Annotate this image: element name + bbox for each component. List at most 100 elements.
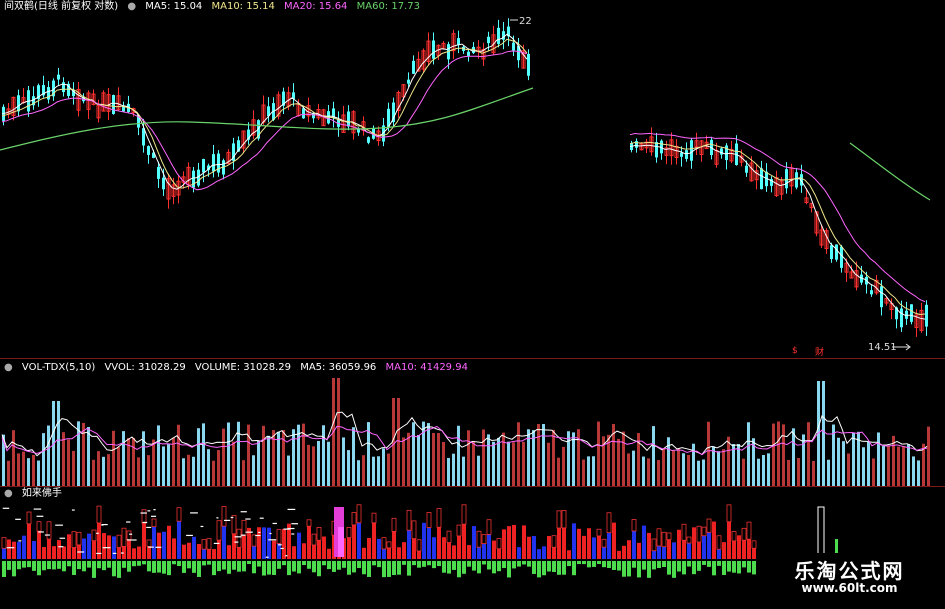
volume-bar (727, 436, 730, 486)
indicator-bar-up (457, 535, 461, 559)
candle-down (655, 142, 658, 158)
volume-bar (507, 441, 510, 486)
indicator-bar-up (42, 547, 46, 559)
volume-bar (627, 453, 630, 486)
indicator-bar-up (212, 549, 216, 559)
volume-bar (322, 425, 325, 486)
indicator-bar-hollow (681, 523, 687, 541)
watermark-brand: 乐淘公式网 (794, 559, 905, 583)
candlestick-chart[interactable] (0, 0, 945, 358)
indicator-bar-down (517, 561, 521, 567)
indicator-text-glyph (186, 534, 193, 537)
indicator-bar-up (377, 538, 381, 559)
indicator-bar-up (412, 538, 416, 559)
indicator-bar-down (612, 561, 616, 570)
candle-down (760, 168, 763, 190)
indicator-bar-hollow (276, 529, 282, 544)
indicator-text-glyph (148, 546, 154, 548)
indicator-bar-up (282, 528, 286, 559)
indicator-bar-down (492, 561, 496, 574)
volume-bar (207, 449, 210, 486)
indicator-bar-up (447, 542, 451, 559)
volume-bar (827, 459, 830, 486)
indicator-bar-up (427, 527, 431, 559)
indicator-bar-down (212, 561, 216, 576)
indicator-text-glyph (240, 534, 246, 536)
indicator-bar-up (127, 539, 131, 559)
indicator-bar-hollow (46, 521, 52, 540)
volume-bar (447, 457, 450, 486)
indicator-bar-up (237, 547, 241, 559)
indicator-bar-up (607, 532, 611, 559)
volume-bar (812, 460, 815, 486)
volume-bar (292, 429, 295, 486)
indicator-bar-down (92, 561, 96, 578)
indicator-bar-hollow (551, 535, 557, 548)
candle-down (835, 244, 838, 260)
indicator-bar-down (47, 561, 51, 570)
indicator-text-glyph (33, 508, 42, 510)
volume-bar (47, 425, 50, 486)
volume-bar (542, 424, 545, 486)
indicator-bar-up (7, 539, 11, 559)
indicator-bar-up (167, 525, 171, 559)
volume-panel[interactable]: ● VOL-TDX(5,10) VVOL: 31028.29 VOLUME: 3… (0, 359, 945, 486)
indicator-text-glyph (77, 551, 85, 553)
volume-bar (902, 446, 905, 486)
indicator-bar-down (67, 561, 71, 567)
indicator-bar-up (142, 523, 146, 559)
indicator-bar-up (37, 531, 41, 559)
indicator-bar-down (747, 561, 751, 573)
finance-badge[interactable]: 财 (815, 345, 824, 358)
indicator-bar-hollow (251, 534, 257, 547)
indicator-bar-up (482, 543, 486, 559)
indicator-bar-up (367, 538, 371, 559)
volume-bar (132, 438, 135, 486)
volume-bar (357, 460, 360, 486)
volume-bar (747, 422, 750, 486)
volume-bar (102, 456, 105, 486)
volume-bar (872, 458, 875, 486)
indicator-bar-down (452, 561, 456, 570)
candle-down (192, 170, 195, 188)
watermark-url: www.60lt.com (801, 581, 898, 595)
indicator-bar-hollow (596, 528, 602, 537)
volume-bar (597, 421, 600, 486)
indicator-bar-hollow (661, 531, 667, 548)
indicator-bar-up (622, 545, 626, 559)
volume-bar (837, 437, 840, 486)
indicator-bar-down (127, 561, 131, 572)
volume-bar (442, 442, 445, 486)
indicator-bar-hollow (601, 538, 607, 548)
volume-bar (777, 421, 780, 486)
indicator-bar-down (607, 561, 611, 569)
indicator-bar-down (522, 561, 526, 565)
indicator-bar-hollow (461, 504, 467, 525)
volume-bar (112, 430, 115, 486)
volume-bar (407, 432, 410, 486)
indicator-bar-hollow (241, 519, 247, 536)
indicator-bar-down (712, 561, 716, 576)
volume-bar (402, 437, 405, 486)
volume-bar (652, 426, 655, 486)
volume-bar (162, 446, 165, 486)
indicator-bar-hollow (356, 504, 362, 524)
indicator-bar-down (197, 561, 201, 577)
volume-bar (632, 450, 635, 486)
indicator-bar-up (157, 532, 161, 559)
indicator-bar-down (407, 561, 411, 576)
price-panel[interactable]: 间双鹤(日线 前复权 对数) ● MA5: 15.04 MA10: 15.14 … (0, 0, 945, 358)
indicator-text-glyph (216, 517, 219, 519)
indicator-bar-up (477, 547, 481, 559)
volume-bar (757, 458, 760, 486)
volume-bar (802, 434, 805, 486)
event-badge[interactable]: $ (792, 346, 798, 356)
volume-bar (717, 451, 720, 486)
volume-bar (882, 446, 885, 486)
volume-bar (482, 429, 485, 486)
indicator-bar-down (652, 561, 656, 570)
indicator-bar-up (317, 540, 321, 559)
indicator-bar-up (712, 521, 716, 559)
indicator-text-glyph (213, 542, 220, 545)
volume-chart[interactable] (0, 359, 945, 486)
